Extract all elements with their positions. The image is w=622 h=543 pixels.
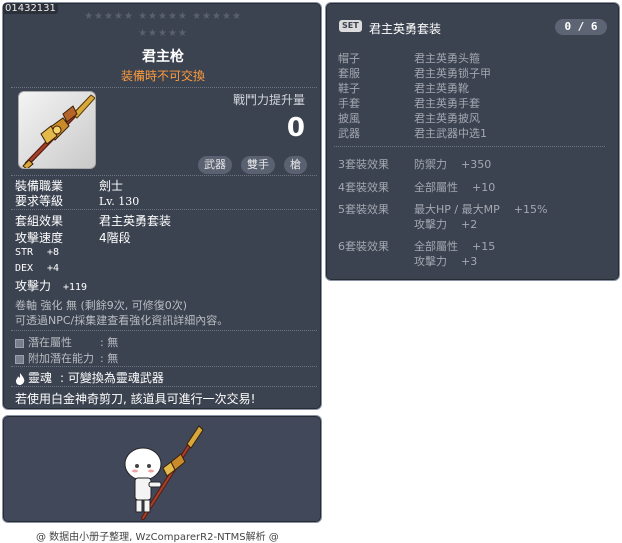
stat-value: +4 bbox=[47, 263, 60, 274]
set-part-item: 君主武器中选1 bbox=[414, 127, 487, 140]
set-effect-5: 5套裝效果 最大HP / 最大MP +15% bbox=[338, 201, 547, 217]
set-name: 君主英勇套装 bbox=[369, 22, 442, 36]
set-effect-value: +350 bbox=[461, 158, 492, 171]
set-effect-stat: 全部屬性 bbox=[414, 240, 458, 253]
set-effect-stat: 最大HP / 最大MP bbox=[414, 203, 500, 216]
stat-row-dex: DEX +4 bbox=[15, 263, 59, 274]
star-force-row-2: ★★★★★ bbox=[138, 28, 188, 39]
soul-value: : 可變換為靈魂武器 bbox=[60, 371, 164, 385]
tag-spear: 槍 bbox=[284, 156, 307, 174]
attack-speed-value: 4階段 bbox=[99, 231, 131, 245]
set-effect-label: 6套裝效果 bbox=[338, 240, 389, 253]
attack-speed-row: 攻擊速度 4階段 bbox=[15, 229, 131, 246]
level-label: 要求等級 bbox=[15, 194, 64, 208]
set-effect-5-line-2: 攻擊力 +2 bbox=[338, 216, 477, 232]
set-part-slot: 武器 bbox=[338, 127, 360, 140]
set-part-row: 披風 君主英勇披风 bbox=[338, 110, 480, 126]
item-icon-frame bbox=[18, 91, 96, 169]
divider bbox=[11, 386, 317, 387]
set-effect-label: 套組效果 bbox=[15, 214, 64, 228]
set-effect-value: 君主英勇套装 bbox=[99, 214, 172, 228]
divider bbox=[11, 366, 317, 367]
set-part-item: 君主英勇锁子甲 bbox=[414, 67, 491, 80]
set-effect-label: 3套裝效果 bbox=[338, 158, 389, 171]
attack-speed-label: 攻擊速度 bbox=[15, 231, 64, 245]
potential-label: 潛在屬性 bbox=[28, 336, 72, 349]
set-effect-6-line-2: 攻擊力 +3 bbox=[338, 253, 477, 269]
level-value: Lv. 130 bbox=[99, 195, 140, 208]
bonus-potential-label: 附加潛在能力 bbox=[28, 352, 94, 365]
set-part-item: 君主英勇披风 bbox=[414, 112, 480, 125]
character-sprite bbox=[124, 425, 204, 520]
set-part-item: 君主英勇手套 bbox=[414, 97, 480, 110]
potential-value: : 無 bbox=[100, 336, 119, 349]
item-name: 君主枪 bbox=[142, 49, 184, 65]
item-trade-note: 装備時不可交換 bbox=[120, 69, 205, 83]
set-tooltip: SET 君主英勇套装 0 / 6 帽子 君主英勇头箍 套服 君主英勇锁子甲 鞋子 君主… bbox=[325, 2, 620, 281]
set-effect-label: 4套裝效果 bbox=[338, 181, 389, 194]
set-count-badge: 0 / 6 bbox=[555, 19, 607, 35]
set-part-item: 君主英勇头箍 bbox=[414, 52, 480, 65]
set-effect-row: 套組效果 君主英勇套装 bbox=[15, 212, 171, 229]
set-effect-value: +15 bbox=[472, 240, 496, 253]
set-part-slot: 帽子 bbox=[338, 52, 360, 65]
attack-row: 攻擊力 +119 bbox=[15, 277, 87, 294]
data-source-footer: @ 数据由小册子整理, WzComparerR2-NTMS解析 @ bbox=[36, 532, 279, 543]
star-force-row-1: ★★★★★ ★★★★★ ★★★★★ bbox=[84, 11, 242, 22]
spear-icon bbox=[22, 94, 95, 168]
item-tooltip: 01432131 ★★★★★ ★★★★★ ★★★★★ ★★★★★ 君主枪 装備時… bbox=[2, 2, 322, 410]
set-part-row: 套服 君主英勇锁子甲 bbox=[338, 65, 491, 81]
bonus-potential-value: : 無 bbox=[100, 352, 119, 365]
level-row: 要求等級 Lv. 130 bbox=[15, 192, 139, 209]
set-effect-label: 5套裝效果 bbox=[338, 203, 389, 216]
set-part-row: 鞋子 君主英勇靴 bbox=[338, 80, 469, 96]
set-part-row: 武器 君主武器中选1 bbox=[338, 125, 487, 141]
set-effect-value: +3 bbox=[461, 255, 478, 268]
soul-flame-icon bbox=[16, 372, 25, 385]
set-part-slot: 套服 bbox=[338, 67, 360, 80]
stat-value: +8 bbox=[47, 247, 60, 258]
set-effect-stat: 全部屬性 bbox=[414, 181, 458, 194]
stat-row-str: STR +8 bbox=[15, 247, 59, 258]
divider bbox=[11, 209, 317, 210]
character-preview bbox=[2, 415, 322, 523]
set-part-slot: 披風 bbox=[338, 112, 360, 125]
set-effect-stat: 防禦力 bbox=[414, 158, 447, 171]
set-effect-value: +2 bbox=[461, 218, 478, 231]
set-effect-stat: 攻擊力 bbox=[414, 255, 447, 268]
stat-label: DEX bbox=[15, 263, 34, 274]
set-effect-stat: 攻擊力 bbox=[414, 218, 447, 231]
npc-info-line: 可透過NPC/採集建查看強化資訊詳細內容。 bbox=[15, 314, 229, 327]
potential-row: 潛在屬性 : 無 bbox=[15, 334, 118, 350]
divider bbox=[334, 146, 605, 147]
attack-label: 攻擊力 bbox=[15, 279, 52, 293]
set-effect-6: 6套裝效果 全部屬性 +15 bbox=[338, 238, 495, 254]
platinum-scissors-line: 若使用白金神奇剪刀, 該道具可進行一次交易! bbox=[15, 392, 256, 406]
scroll-upgrade-line: 卷軸 強化 無 (剩餘9次, 可修復0次) bbox=[15, 299, 188, 312]
set-effect-3: 3套裝效果 防禦力 +350 bbox=[338, 156, 491, 172]
soul-label: 靈魂 bbox=[28, 371, 53, 385]
tag-two-handed: 雙手 bbox=[241, 156, 275, 174]
attack-value: +119 bbox=[63, 282, 88, 293]
set-effect-value: +15% bbox=[513, 203, 548, 216]
set-badge: SET bbox=[339, 20, 362, 32]
divider bbox=[11, 175, 317, 176]
soul-row: 靈魂 : 可變換為靈魂武器 bbox=[15, 369, 164, 386]
combat-power-label: 戰鬥力提升量 bbox=[232, 93, 305, 107]
tag-weapon: 武器 bbox=[198, 156, 232, 174]
bonus-potential-icon bbox=[15, 354, 24, 364]
set-part-item: 君主英勇靴 bbox=[414, 82, 469, 95]
stat-label: STR bbox=[15, 247, 34, 258]
bonus-potential-row: 附加潛在能力 : 無 bbox=[15, 350, 118, 366]
divider bbox=[11, 87, 317, 88]
set-effect-4: 4套裝效果 全部屬性 +10 bbox=[338, 179, 495, 195]
potential-icon bbox=[15, 338, 24, 348]
set-part-slot: 鞋子 bbox=[338, 82, 360, 95]
combat-power-value: 0 bbox=[286, 113, 305, 143]
divider bbox=[11, 330, 317, 331]
set-part-slot: 手套 bbox=[338, 97, 360, 110]
set-part-row: 手套 君主英勇手套 bbox=[338, 95, 480, 111]
set-effect-value: +10 bbox=[472, 181, 496, 194]
set-part-row: 帽子 君主英勇头箍 bbox=[338, 50, 480, 66]
